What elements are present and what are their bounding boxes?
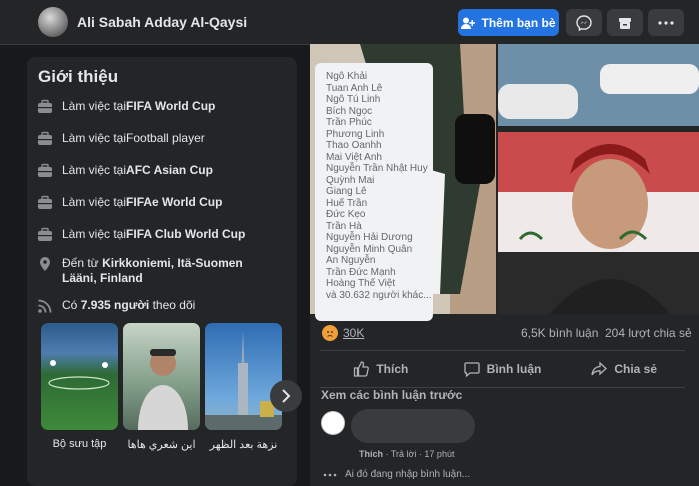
- work-prefix: Làm việc tại: [62, 131, 127, 145]
- work-item: Làm việc tại AFC Asian Cup: [37, 163, 213, 179]
- comment-icon: [464, 362, 480, 377]
- reactor-more: và 30.632 người khác...: [326, 289, 432, 301]
- portrait-image: [138, 349, 188, 430]
- commenter-avatar[interactable]: [321, 411, 345, 435]
- work-prefix: Làm việc tại: [62, 195, 127, 209]
- followers-suffix: theo dõi: [149, 298, 196, 312]
- collection-label[interactable]: نزهة بعد الظهر: [205, 438, 282, 451]
- messenger-icon: [576, 14, 592, 31]
- add-friend-label: Thêm bạn bè: [481, 15, 556, 30]
- work-prefix: Làm việc tại: [62, 99, 127, 113]
- reactor-name: Đức Kẹo: [326, 209, 366, 220]
- reactor-name: Quỳnh Mai: [326, 174, 375, 186]
- work-prefix: Làm việc tại: [62, 227, 127, 241]
- save-button[interactable]: [607, 9, 643, 36]
- reactor-name: Hoàng Thế Việt: [326, 278, 396, 289]
- reactor-name: Ngô Tú Linh: [326, 94, 381, 105]
- work-prefix: Làm việc tại: [62, 163, 127, 177]
- reactor-name: Trần Hà: [326, 220, 362, 232]
- archive-icon: [619, 17, 631, 29]
- followers-item: Có 7.935 người theo dõi: [37, 298, 195, 314]
- typing-dots-icon: [323, 473, 337, 476]
- more-icon: [658, 20, 674, 25]
- reactor-name: Nguyễn Trần Nhật Huy: [326, 163, 428, 174]
- post-stats: 30K 6,5K bình luận 204 lượt chia sẻ: [310, 322, 699, 344]
- previous-comments-link[interactable]: Xem các bình luận trước: [321, 388, 462, 402]
- post-actions: Thích Bình luận Chia sẻ: [320, 350, 685, 388]
- like-button[interactable]: Thích: [320, 351, 442, 387]
- comments-count[interactable]: 6,5K bình luận: [521, 326, 598, 340]
- work-place[interactable]: Football player: [126, 131, 205, 145]
- followers-count[interactable]: 7.935 người: [81, 298, 150, 312]
- share-label: Chia sẻ: [614, 362, 658, 376]
- reactor-name: Nguyễn Hải Dương: [326, 232, 413, 243]
- chevron-right-icon: [282, 389, 291, 403]
- collection-thumb[interactable]: [41, 323, 118, 430]
- collection-label[interactable]: اين شعري هاها: [123, 438, 200, 451]
- profile-header: Ali Sabah Adday Al-Qaysi Thêm bạn bè: [0, 0, 699, 45]
- thumbs-up-icon: [354, 361, 370, 377]
- briefcase-icon: [38, 227, 52, 241]
- reactors-tooltip: Ngô Khải Tuan Anh Lê Ngô Tú Linh Bích Ng…: [315, 63, 433, 321]
- more-options-button[interactable]: [648, 9, 684, 36]
- briefcase-icon: [38, 99, 52, 113]
- reactor-name: Trần Đức Mạnh: [326, 266, 396, 278]
- profile-avatar[interactable]: [38, 7, 68, 37]
- collection-thumb[interactable]: [205, 323, 282, 430]
- share-button[interactable]: Chia sẻ: [563, 351, 685, 387]
- reaction-count[interactable]: 30K: [343, 326, 364, 340]
- next-collection-button[interactable]: [270, 380, 302, 412]
- reactor-name: Tuan Anh Lê: [326, 82, 383, 94]
- comment-label: Bình luận: [486, 362, 542, 376]
- work-item: Làm việc tại FIFAe World Cup: [37, 195, 222, 211]
- comment-time[interactable]: 17 phút: [424, 449, 454, 459]
- work-place[interactable]: FIFA Club World Cup: [126, 227, 245, 241]
- profile-name[interactable]: Ali Sabah Adday Al-Qaysi: [77, 14, 247, 30]
- comment-reply-link[interactable]: Trả lời: [391, 449, 417, 459]
- work-item: Làm việc tại FIFA Club World Cup: [37, 227, 245, 243]
- comment-button[interactable]: Bình luận: [442, 351, 564, 387]
- typing-text: Ai đó đang nhập bình luận...: [345, 469, 471, 480]
- shares-count[interactable]: 204 lượt chia sẻ: [605, 326, 692, 340]
- work-place[interactable]: FIFAe World Cup: [126, 195, 222, 209]
- reactor-name: Nguyễn Minh Quân: [326, 243, 413, 255]
- add-friend-button[interactable]: Thêm bạn bè: [458, 9, 559, 36]
- comment-like-link[interactable]: Thích: [359, 449, 383, 459]
- collection-label[interactable]: Bộ sưu tập: [41, 438, 118, 450]
- like-label: Thích: [376, 362, 409, 376]
- reactor-name: Huế Trần: [326, 197, 368, 209]
- typing-indicator: Ai đó đang nhập bình luận...: [323, 469, 470, 480]
- from-prefix: Đến từ: [62, 256, 103, 270]
- reactor-name: An Nguyễn: [326, 255, 376, 266]
- intro-card: Giới thiệu Làm việc tại FIFA World Cup L…: [27, 57, 297, 486]
- share-icon: [591, 361, 608, 376]
- work-item: Làm việc tại FIFA World Cup: [37, 99, 215, 115]
- reactor-name: Giang Lê: [326, 186, 367, 197]
- rss-icon: [38, 299, 52, 313]
- followers-prefix: Có: [62, 298, 81, 312]
- messenger-button[interactable]: [566, 9, 602, 36]
- reactor-name: Bích Ngọc: [326, 105, 373, 117]
- briefcase-icon: [38, 163, 52, 177]
- tower-image: [205, 331, 282, 430]
- from-item: Đến từ Kirkkoniemi, Itä-Suomen Lääni, Fi…: [37, 256, 277, 286]
- reactor-name: Trần Phúc: [326, 117, 372, 128]
- intro-title: Giới thiệu: [38, 67, 119, 86]
- reactor-name: Phương Linh: [326, 128, 385, 140]
- briefcase-icon: [38, 195, 52, 209]
- stadium-image: [48, 360, 110, 390]
- work-place[interactable]: FIFA World Cup: [126, 99, 215, 113]
- comment-bubble: [351, 409, 475, 443]
- briefcase-icon: [38, 131, 52, 145]
- reactor-name: Mai Việt Anh: [326, 151, 382, 163]
- location-pin-icon: [40, 257, 50, 271]
- reactor-name: Thao Oanhh: [326, 140, 382, 151]
- comment-meta: Thích · Trả lời · 17 phút: [359, 449, 455, 459]
- add-friend-icon: [461, 17, 476, 29]
- sad-reaction-icon: [322, 325, 338, 341]
- reactor-name: Ngô Khải: [326, 71, 368, 82]
- collection-thumb[interactable]: [123, 323, 200, 430]
- work-place[interactable]: AFC Asian Cup: [126, 163, 213, 177]
- work-item: Làm việc tại Football player: [37, 131, 205, 147]
